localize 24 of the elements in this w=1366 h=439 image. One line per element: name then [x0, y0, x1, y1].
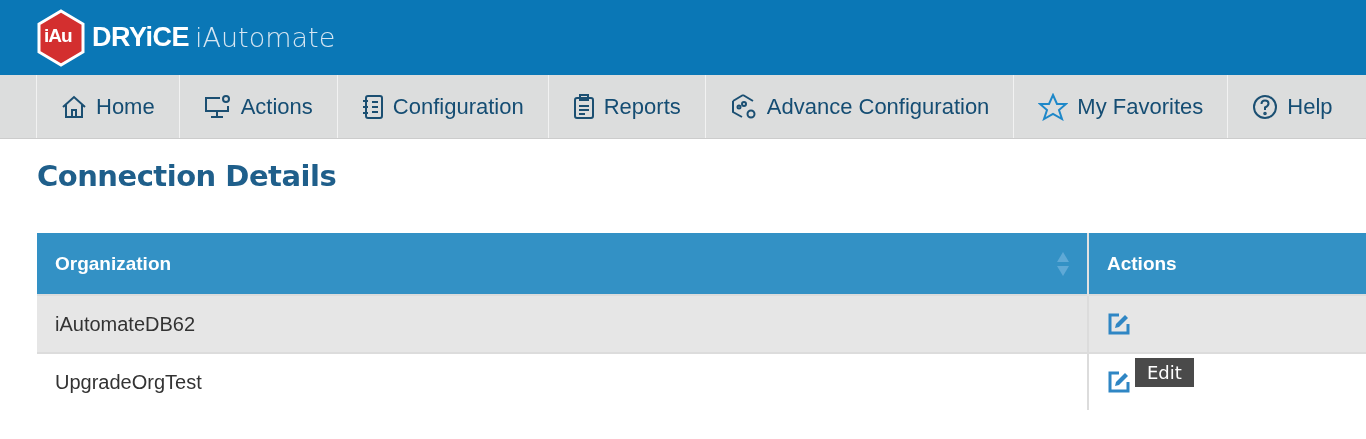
nav-item[interactable]: Home — [36, 75, 179, 138]
nav-item[interactable]: Help — [1227, 75, 1357, 138]
column-header[interactable]: Actions — [1088, 233, 1366, 295]
brand-name: DRYiCE — [92, 22, 189, 53]
help-icon — [1252, 93, 1279, 120]
tooltip: Edit — [1135, 358, 1194, 387]
notebook-icon — [361, 93, 384, 120]
edit-icon[interactable] — [1107, 370, 1131, 394]
table-cell: iAutomateDB62 — [37, 295, 1088, 353]
logo-badge-text: iAu — [44, 24, 72, 47]
home-icon — [61, 94, 87, 119]
nav-item[interactable]: My Favorites — [1013, 75, 1228, 138]
product-name: iAutomate — [195, 22, 336, 53]
table-cell: UpgradeOrgTest — [37, 353, 1088, 410]
page-title: Connection Details — [37, 159, 338, 195]
star-icon — [1038, 92, 1069, 121]
edit-icon[interactable] — [1107, 312, 1131, 336]
column-header[interactable]: Organization — [37, 233, 1088, 295]
clipboard-icon — [572, 93, 595, 120]
nav-item[interactable]: Advance Configuration — [704, 75, 1014, 138]
nav-item[interactable]: Configuration — [336, 75, 548, 138]
nav-item[interactable]: Actions — [178, 75, 337, 138]
nav-item[interactable]: Reports — [547, 75, 705, 138]
logo-hexagon-icon — [36, 8, 86, 67]
